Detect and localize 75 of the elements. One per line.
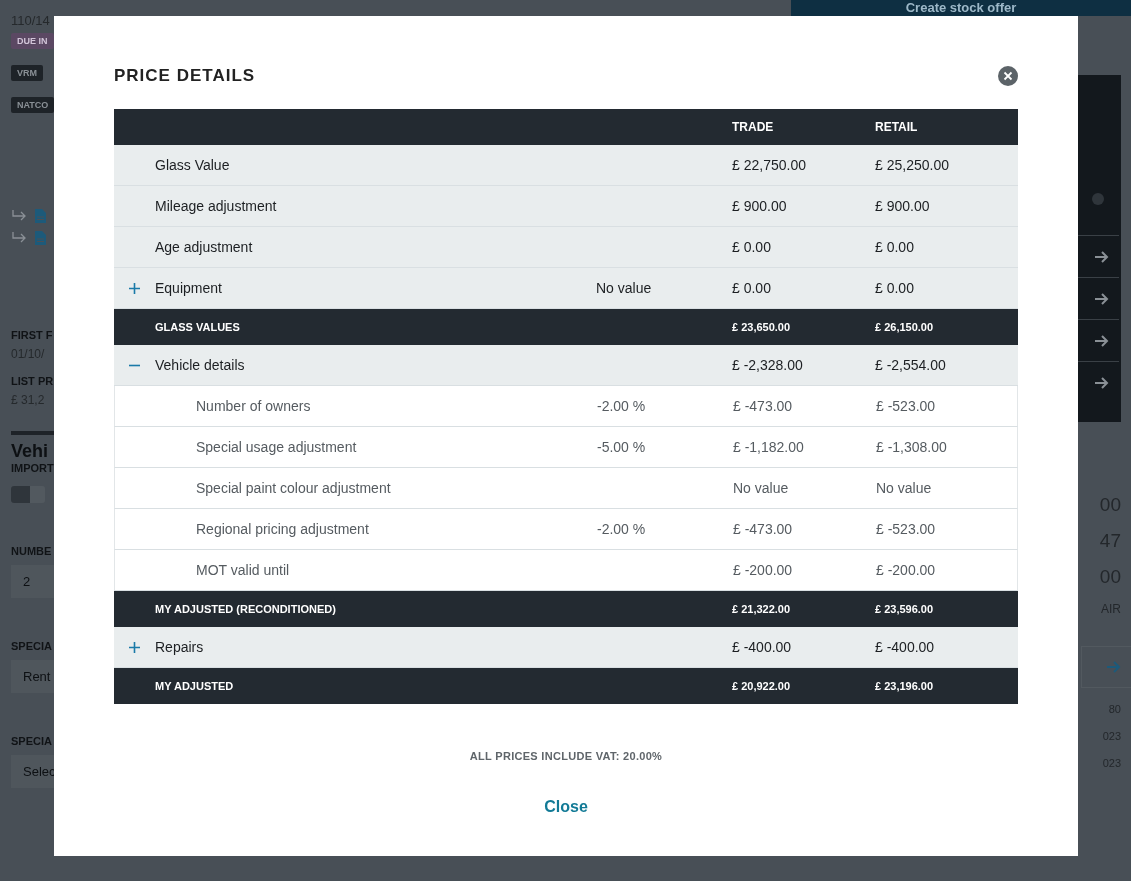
row-label: Equipment <box>155 280 223 296</box>
tag-badge: VRM <box>11 65 43 81</box>
plus-icon[interactable] <box>129 282 140 294</box>
trade-value: £ 22,750.00 <box>732 157 807 173</box>
retail-value: £ 23,196.00 <box>875 680 935 692</box>
trade-value: £ -473.00 <box>733 521 794 537</box>
retail-value: £ -2,554.00 <box>875 357 947 373</box>
row-label: MY ADJUSTED <box>155 680 235 692</box>
row-note: No value <box>596 280 653 296</box>
row-note: -2.00 % <box>597 521 647 537</box>
row-note: -5.00 % <box>597 439 647 455</box>
retail-value: £ 26,150.00 <box>875 321 935 333</box>
retail-value: £ 0.00 <box>875 239 915 255</box>
trade-value: £ 20,922.00 <box>732 680 792 692</box>
section-title: Vehi <box>11 441 49 462</box>
trade-value: £ -1,182.00 <box>733 439 805 455</box>
field-label: FIRST F <box>11 329 53 341</box>
tag-badge: NATCO <box>11 97 55 113</box>
return-arrow-icon <box>11 232 27 244</box>
trade-value: £ -400.00 <box>732 639 793 655</box>
trade-value: £ 0.00 <box>732 239 772 255</box>
row-label: Glass Value <box>155 157 231 173</box>
row-label: Number of owners <box>195 398 312 414</box>
create-offer-button[interactable]: Create stock offer <box>791 0 1131 16</box>
row-label: Repairs <box>155 639 205 655</box>
retail-value: £ -1,308.00 <box>876 439 948 455</box>
row-label: Regional pricing adjustment <box>195 521 370 537</box>
row-label: Age adjustment <box>155 239 254 255</box>
row-label: Special usage adjustment <box>195 439 358 455</box>
trade-value: £ 23,650.00 <box>732 321 792 333</box>
row-label: Mileage adjustment <box>155 198 278 214</box>
column-header: RETAIL <box>875 120 919 134</box>
field-label: IMPORT <box>11 462 54 474</box>
trade-value: £ 0.00 <box>732 280 772 296</box>
row-label: MOT valid until <box>195 562 291 578</box>
arrow-right-icon[interactable] <box>1095 376 1109 389</box>
retail-value: No value <box>876 480 933 496</box>
row-label: Vehicle details <box>155 357 246 373</box>
status-badge: DUE IN <box>11 33 54 49</box>
retail-value: £ -400.00 <box>875 639 936 655</box>
row-label: Special paint colour adjustment <box>195 480 392 496</box>
plus-icon[interactable] <box>129 641 140 653</box>
field-label: LIST PR <box>11 375 54 387</box>
row-note: -2.00 % <box>597 398 647 414</box>
retail-value: £ -523.00 <box>876 521 937 537</box>
toggle-switch[interactable] <box>11 486 45 503</box>
trade-value: £ 21,322.00 <box>732 603 792 615</box>
field-label: NUMBE <box>11 545 52 557</box>
close-icon[interactable] <box>998 66 1018 86</box>
retail-value: £ 900.00 <box>875 198 931 214</box>
arrow-right-icon[interactable] <box>1095 334 1109 347</box>
column-header: TRADE <box>732 120 775 134</box>
retail-value: £ 0.00 <box>875 280 915 296</box>
trade-value: £ -473.00 <box>733 398 794 414</box>
circle-icon <box>1092 193 1104 205</box>
trade-value: No value <box>733 480 790 496</box>
retail-value: £ -523.00 <box>876 398 937 414</box>
row-label: GLASS VALUES <box>155 321 241 333</box>
tab-indicator <box>11 431 55 435</box>
return-arrow-icon <box>11 210 27 222</box>
arrow-right-icon[interactable] <box>1095 292 1109 305</box>
retail-value: £ -200.00 <box>876 562 937 578</box>
vat-note: ALL PRICES INCLUDE VAT: 20.00% <box>469 750 663 762</box>
field-label: SPECIA <box>11 640 52 652</box>
dialog-title: PRICE DETAILS <box>114 66 256 86</box>
arrow-right-icon[interactable] <box>1095 250 1109 263</box>
trade-value: £ -200.00 <box>733 562 794 578</box>
field-label: SPECIA <box>11 735 52 747</box>
close-link[interactable]: Close <box>544 798 588 816</box>
arrow-right-icon <box>1107 661 1121 673</box>
trade-value: £ -2,328.00 <box>732 357 804 373</box>
retail-value: £ 25,250.00 <box>875 157 950 173</box>
retail-value: £ 23,596.00 <box>875 603 935 615</box>
trade-value: £ 900.00 <box>732 198 788 214</box>
row-label: MY ADJUSTED (RECONDITIONED) <box>155 603 337 615</box>
